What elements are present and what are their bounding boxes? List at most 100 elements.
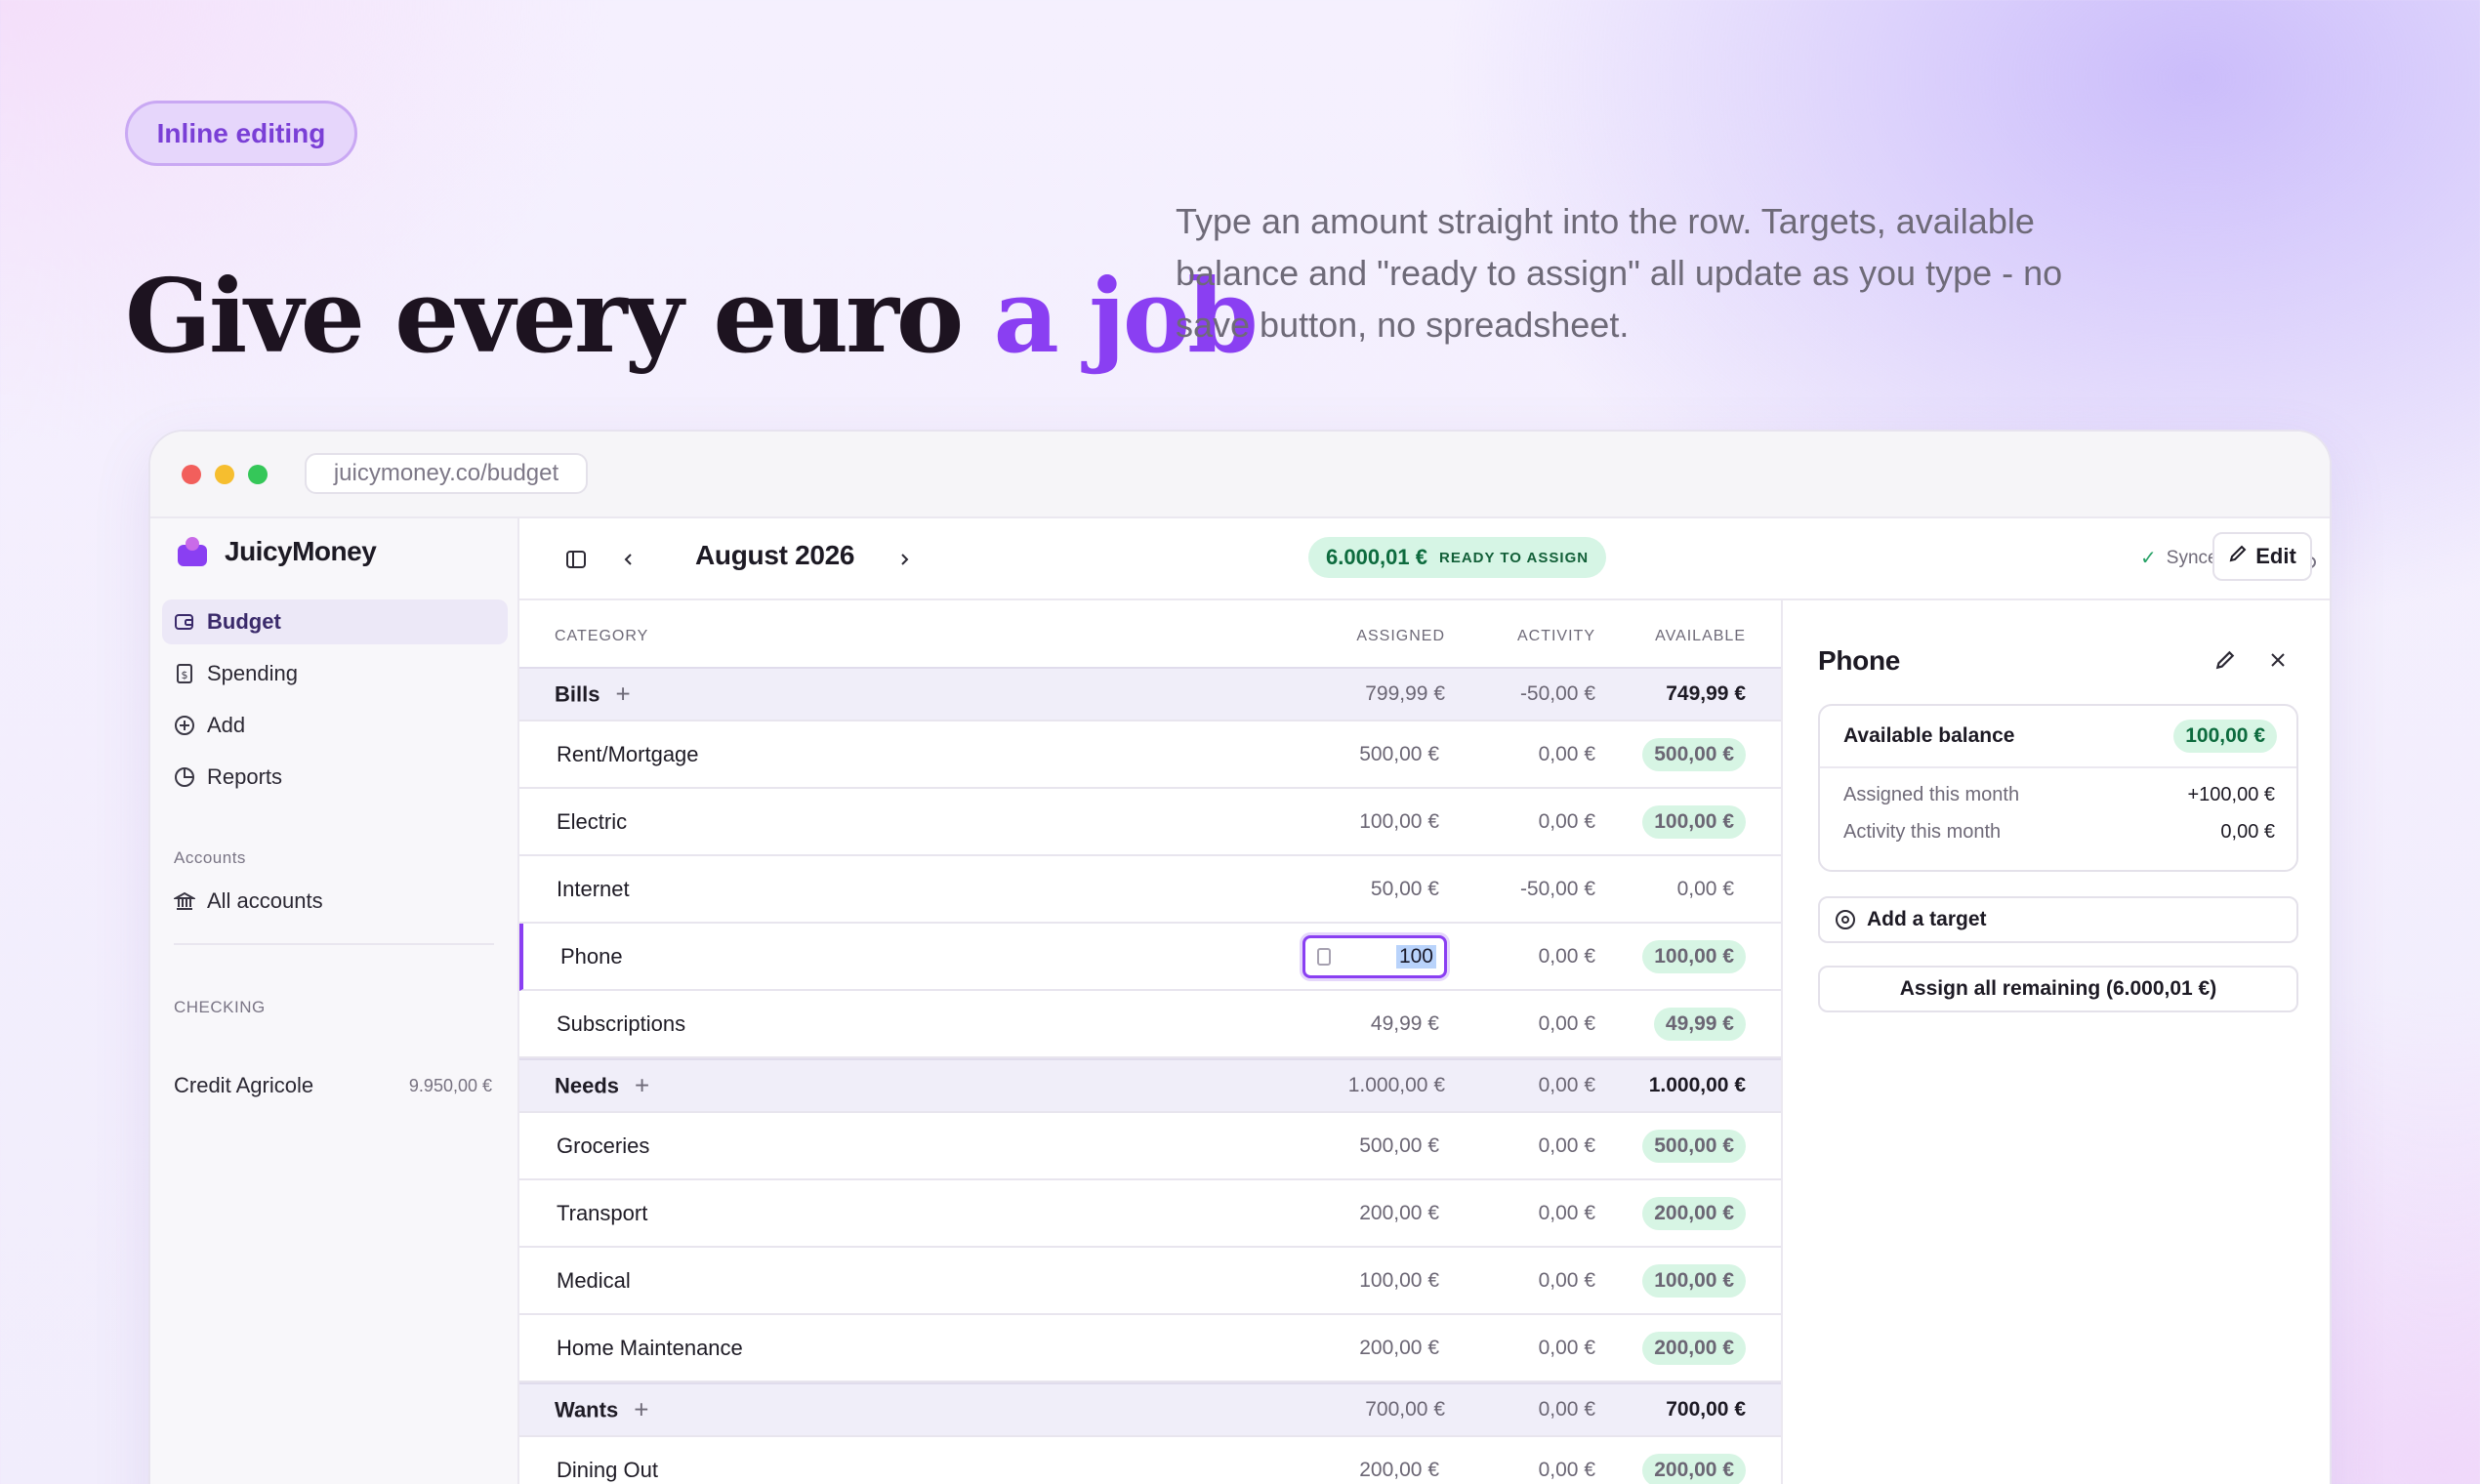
activity-amount: 0,00 € [1538,1074,1595,1096]
assigned-amount[interactable]: 500,00 € [1359,1134,1439,1158]
add-category-icon[interactable]: + [615,680,630,710]
assigned-amount[interactable]: 49,99 € [1371,1012,1439,1036]
activity-this-month-row: Activity this month 0,00 € [1820,813,2296,850]
close-icon[interactable] [2261,643,2294,677]
table-row[interactable]: Phone 100 0,00 € 100,00 € [519,924,1781,991]
edit-button[interactable]: Edit [2212,532,2312,581]
budget-topbar: August 2026 6.000,01 € READY TO ASSIGN ✓… [519,518,2330,600]
table-row[interactable]: Subscriptions 49,99 € 0,00 € 49,99 € [519,991,1781,1058]
assigned-amount-input[interactable]: 100 [1302,934,1447,978]
ready-to-assign-label: READY TO ASSIGN [1438,549,1590,566]
assigned-amount[interactable]: 500,00 € [1359,743,1439,766]
sidebar-item-all-accounts[interactable]: All accounts [162,879,508,924]
assigned-amount: 1.000,00 € [1347,1074,1445,1096]
chevron-left-icon[interactable] [611,542,646,577]
assigned-amount[interactable]: 200,00 € [1359,1202,1439,1225]
brand[interactable]: JuicyMoney [178,536,377,567]
assigned-amount: 799,99 € [1365,682,1445,705]
available-amount: 100,00 € [1642,939,1746,973]
pie-chart-icon [174,766,195,788]
group-label: Needs [555,1073,620,1097]
assigned-amount[interactable]: 200,00 € [1359,1459,1439,1482]
sidebar-toggle-icon[interactable] [558,542,594,577]
ready-to-assign-amount: 6.000,01 € [1326,545,1427,569]
receipt-icon: $ [174,663,195,684]
assigned-amount: 700,00 € [1365,1398,1445,1421]
pencil-icon [2228,544,2248,569]
add-category-icon[interactable]: + [635,1071,649,1101]
category-name: Dining Out [557,1457,658,1482]
table-row[interactable]: Home Maintenance 200,00 € 0,00 € 200,00 € [519,1315,1781,1382]
assigned-amount[interactable]: 50,00 € [1371,878,1439,901]
table-header: CATEGORY ASSIGNED ACTIVITY AVAILABLE [519,628,1781,655]
assigned-amount[interactable]: 100,00 € [1359,1269,1439,1293]
add-target-label: Add a target [1867,908,1987,930]
sidebar: JuicyMoney Budget $ Spending Add Reports… [150,518,519,1484]
assign-all-remaining-button[interactable]: Assign all remaining (6.000,01 €) [1818,966,2298,1012]
sidebar-item-spending[interactable]: $ Spending [162,651,508,696]
balance-card: Available balance 100,00 € Assigned this… [1818,704,2298,872]
activity-amount: 0,00 € [1538,742,1595,765]
brand-logo-icon [178,537,207,566]
available-amount: 100,00 € [1642,1263,1746,1298]
calculator-icon[interactable] [1317,947,1331,966]
assigned-amount[interactable]: 200,00 € [1359,1337,1439,1360]
activity-amount: -50,00 € [1519,877,1595,900]
table-row[interactable]: Groceries 500,00 € 0,00 € 500,00 € [519,1113,1781,1180]
activity-amount: 0,00 € [1538,944,1595,968]
activity-this-month-value: 0,00 € [2220,820,2275,843]
pencil-icon[interactable] [2209,643,2242,677]
minimize-window-button[interactable] [215,465,234,484]
maximize-window-button[interactable] [248,465,268,484]
table-row[interactable]: Dining Out 200,00 € 0,00 € 200,00 € [519,1437,1781,1484]
available-amount: 749,99 € [1666,682,1746,705]
group-name: Bills + [555,680,631,710]
table-row[interactable]: Internet 50,00 € -50,00 € 0,00 € [519,856,1781,924]
sidebar-item-budget[interactable]: Budget [162,599,508,644]
svg-text:$: $ [182,669,188,681]
group-label: Bills [555,681,600,706]
chevron-right-icon[interactable] [887,542,922,577]
activity-amount: 0,00 € [1538,1398,1595,1421]
account-credit-agricole[interactable]: Credit Agricole 9.950,00 € [174,1073,492,1098]
available-balance-value: 100,00 € [2173,720,2277,753]
assign-all-remaining-label: Assign all remaining (6.000,01 €) [1899,977,2217,1000]
address-bar[interactable]: juicymoney.co/budget [305,453,588,494]
category-name: Electric [557,808,628,834]
category-group-row[interactable]: Wants +700,00 € 0,00 € 700,00 € [519,1382,1781,1437]
sidebar-item-reports[interactable]: Reports [162,755,508,800]
ready-to-assign-badge[interactable]: 6.000,01 € READY TO ASSIGN [1308,537,1607,578]
table-row[interactable]: Transport 200,00 € 0,00 € 200,00 € [519,1180,1781,1248]
available-amount: 0,00 € [1676,877,1734,900]
category-group-row[interactable]: Needs +1.000,00 € 0,00 € 1.000,00 € [519,1058,1781,1113]
activity-amount: 0,00 € [1538,1268,1595,1292]
feature-pill: Inline editing [125,101,357,166]
category-name: Home Maintenance [557,1335,743,1360]
category-group-row[interactable]: Bills +799,99 € -50,00 € 749,99 € [519,667,1781,721]
table-row[interactable]: Electric 100,00 € 0,00 € 100,00 € [519,789,1781,856]
close-window-button[interactable] [182,465,201,484]
activity-amount: 0,00 € [1538,1458,1595,1481]
checking-heading: CHECKING [174,998,266,1016]
target-icon [1836,910,1855,929]
assigned-amount-value: 100 [1395,944,1436,969]
add-category-icon[interactable]: + [634,1395,648,1425]
table-row[interactable]: Rent/Mortgage 500,00 € 0,00 € 500,00 € [519,721,1781,789]
available-amount: 500,00 € [1642,1129,1746,1163]
header-assigned: ASSIGNED [1356,628,1445,644]
activity-this-month-label: Activity this month [1843,820,2002,843]
check-icon: ✓ [2140,548,2157,569]
sidebar-divider [174,943,494,945]
sidebar-item-label: Budget [207,609,281,634]
category-name: Groceries [557,1133,650,1158]
group-name: Wants + [555,1395,648,1425]
budget-table: CATEGORY ASSIGNED ACTIVITY AVAILABLE Bil… [519,600,1783,1484]
table-row[interactable]: Medical 100,00 € 0,00 € 100,00 € [519,1248,1781,1315]
assigned-this-month-label: Assigned this month [1843,783,2020,805]
activity-amount: 0,00 € [1538,1336,1595,1359]
add-target-button[interactable]: Add a target [1818,896,2298,943]
category-name: Transport [557,1200,648,1225]
available-amount: 49,99 € [1653,1007,1746,1041]
sidebar-item-add[interactable]: Add [162,703,508,748]
assigned-amount[interactable]: 100,00 € [1359,810,1439,834]
